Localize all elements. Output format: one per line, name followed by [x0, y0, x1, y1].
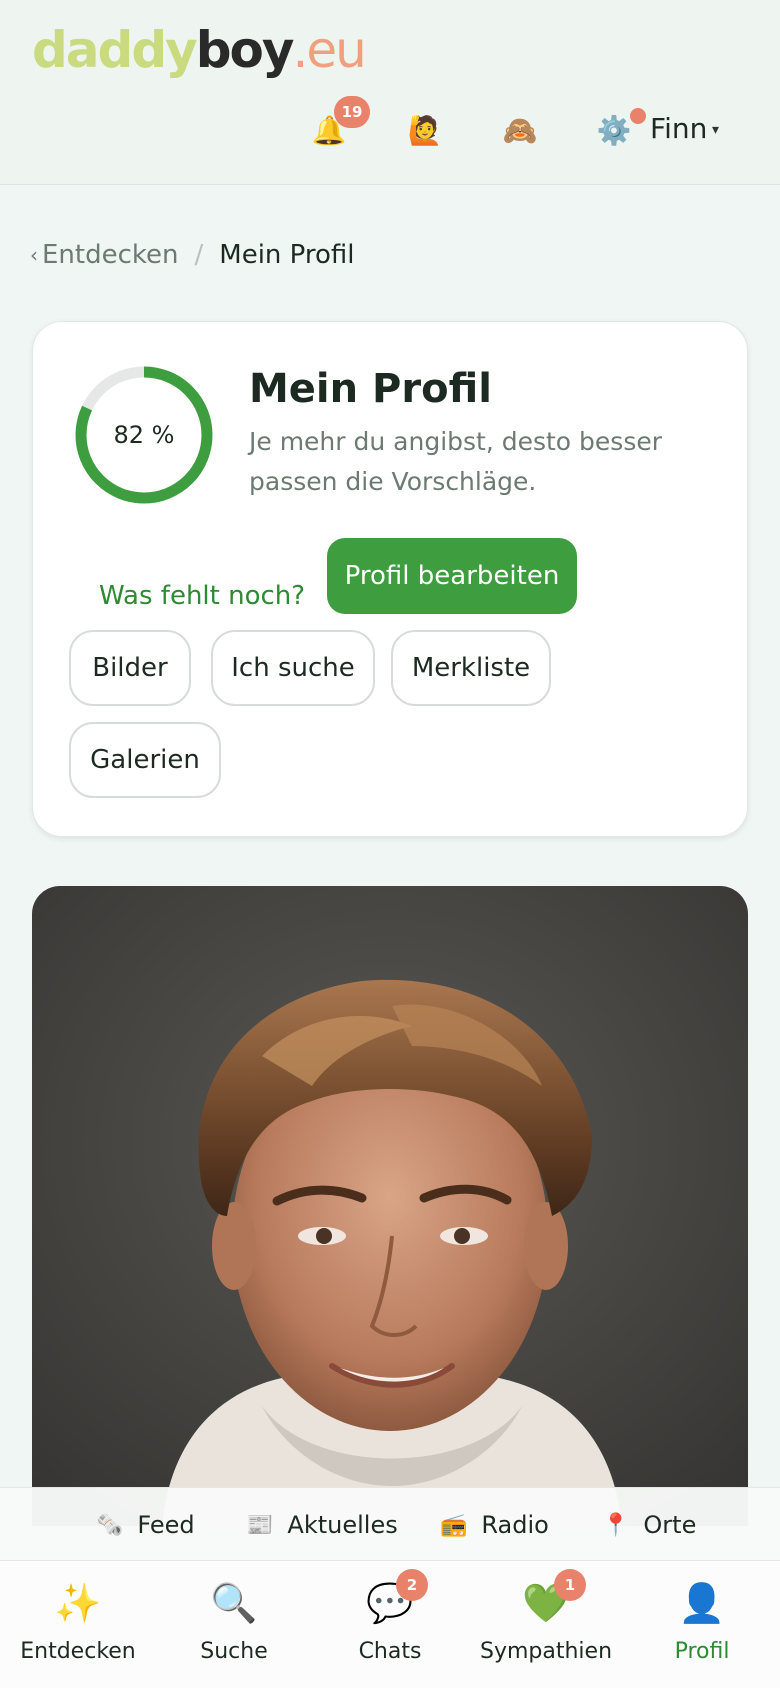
tab-label: Entdecken — [20, 1639, 136, 1664]
magnifier-icon: 🔍 — [210, 1581, 258, 1625]
tab-profil[interactable]: 👤 Profil — [624, 1561, 780, 1688]
chip-merkliste[interactable]: Merkliste — [391, 630, 551, 706]
newspaper-icon: 📰 — [246, 1512, 274, 1538]
chats-badge: 2 — [396, 1569, 428, 1601]
subnav-item-feed[interactable]: 🗞️ Feed — [96, 1488, 195, 1562]
newspaper-roll-icon: 🗞️ — [96, 1512, 124, 1538]
tab-suche[interactable]: 🔍 Suche — [156, 1561, 312, 1688]
settings-dot — [630, 108, 646, 124]
secondary-nav: 🗞️ Feed 📰 Aktuelles 📻 Radio 📍 Orte — [0, 1487, 780, 1561]
person-raising-hand-icon: 🙋 — [407, 113, 443, 147]
chevron-left-icon[interactable]: ‹ — [30, 243, 38, 267]
incognito-button[interactable]: 🙈 — [498, 108, 542, 152]
subnav-item-label: Radio — [481, 1511, 549, 1539]
profile-photo[interactable] — [32, 886, 748, 1526]
edit-profile-button[interactable]: Profil bearbeiten — [327, 538, 577, 614]
completion-percent: 82 % — [113, 421, 175, 449]
tab-label: Suche — [200, 1639, 268, 1664]
person-silhouette-icon: 👤 — [678, 1581, 726, 1625]
gear-icon: ⚙️ — [596, 113, 632, 147]
tab-label: Profil — [674, 1639, 730, 1664]
subnav-item-aktuelles[interactable]: 📰 Aktuelles — [246, 1488, 398, 1562]
green-heart-icon: 💚 — [522, 1581, 570, 1625]
visitors-button[interactable]: 🙋 — [403, 108, 447, 152]
chip-bilder[interactable]: Bilder — [69, 630, 191, 706]
profile-photo-image — [32, 886, 748, 1526]
tab-label: Sympathien — [479, 1639, 613, 1664]
subnav-item-label: Aktuelles — [287, 1511, 398, 1539]
tab-label: Chats — [358, 1639, 422, 1664]
tab-entdecken[interactable]: ✨ Entdecken — [0, 1561, 156, 1688]
chip-galerien[interactable]: Galerien — [69, 722, 221, 798]
speech-bubble-icon: 💬 — [366, 1581, 414, 1625]
subnav-item-radio[interactable]: 📻 Radio — [440, 1488, 549, 1562]
profile-completion-card: 82 % Mein Profil Je mehr du angibst, des… — [32, 321, 748, 837]
subnav-item-label: Feed — [137, 1511, 195, 1539]
pin-icon: 📍 — [602, 1512, 630, 1538]
breadcrumb-current: Mein Profil — [219, 240, 355, 270]
breadcrumb-parent-link[interactable]: Entdecken — [42, 240, 179, 270]
bottom-tab-bar: ✨ Entdecken 🔍 Suche 💬 Chats 2 💚 Sympathi… — [0, 1561, 780, 1688]
whats-missing-link[interactable]: Was fehlt noch? — [99, 558, 305, 634]
see-no-evil-monkey-icon: 🙈 — [502, 113, 538, 147]
card-subtitle: Je mehr du angibst, desto besser passen … — [249, 427, 663, 496]
notifications-badge: 19 — [334, 96, 370, 128]
chip-ich-suche[interactable]: Ich suche — [211, 630, 375, 706]
chevron-down-icon[interactable]: ▾ — [712, 122, 719, 138]
card-title: Mein Profil — [249, 366, 492, 412]
sympathien-badge: 1 — [554, 1569, 586, 1601]
top-header: daddyboy.eu 🔔 19 🙋 🙈 ⚙️ Finn ▾ — [0, 0, 780, 185]
subnav-item-orte[interactable]: 📍 Orte — [602, 1488, 696, 1562]
sparkles-icon: ✨ — [54, 1581, 102, 1625]
brand-logo[interactable]: daddyboy.eu — [32, 10, 367, 90]
radio-icon: 📻 — [440, 1512, 468, 1538]
breadcrumb: ‹ Entdecken / Mein Profil — [30, 240, 355, 270]
subnav-item-label: Orte — [643, 1511, 697, 1539]
tab-chats[interactable]: 💬 Chats 2 — [312, 1561, 468, 1688]
breadcrumb-separator: / — [194, 240, 204, 270]
user-menu-name[interactable]: Finn — [650, 112, 707, 145]
tab-sympathien[interactable]: 💚 Sympathien 1 — [468, 1561, 624, 1688]
